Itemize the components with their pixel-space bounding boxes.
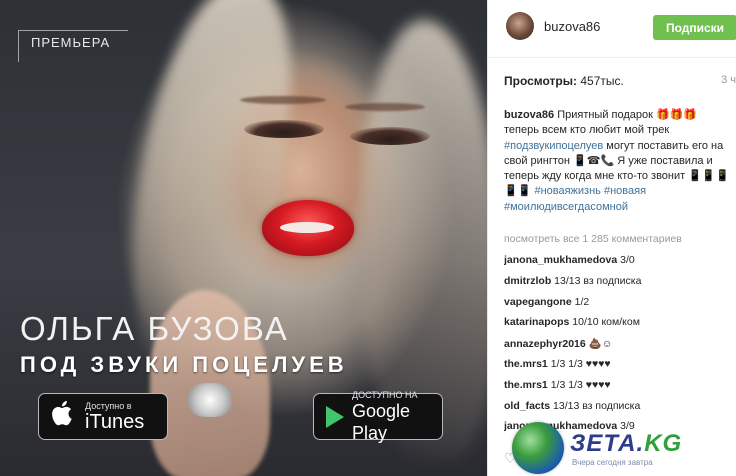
comment-item: katarinapops 10/10 ком/ком bbox=[504, 316, 734, 337]
watermark-tld: KG bbox=[644, 429, 683, 457]
view-all-comments-link[interactable]: посмотреть все 1 285 комментариев bbox=[504, 233, 682, 245]
comment-item: vapegangone 1/2 bbox=[504, 296, 734, 317]
comment-username[interactable]: old_facts bbox=[504, 400, 550, 412]
comment-item: the.mrs1 1/3 1/3 ♥♥♥♥ bbox=[504, 358, 734, 379]
comment-username[interactable]: janona_mukhamedova bbox=[504, 254, 617, 266]
eye-left bbox=[244, 120, 324, 138]
post-caption: buzova86 Приятный подарок 🎁🎁🎁 теперь все… bbox=[504, 108, 732, 215]
hashtag-link[interactable]: #новаяя bbox=[604, 185, 646, 197]
comment-username[interactable]: katarinapops bbox=[504, 316, 569, 328]
comment-item: janona_mukhamedova 3/0 bbox=[504, 254, 734, 275]
comment-username[interactable]: annazephyr2016 bbox=[504, 338, 586, 350]
song-title: ПОД ЗВУКИ ПОЦЕЛУЕВ bbox=[20, 352, 348, 377]
comment-item: annazephyr2016 💩☺ bbox=[504, 337, 734, 358]
watermark-tagline: Вчера сегодня завтра bbox=[572, 457, 653, 467]
premiere-label: ПРЕМЬЕРА bbox=[18, 30, 128, 62]
itunes-badge-small: Доступно в bbox=[85, 400, 132, 411]
apple-icon bbox=[49, 399, 79, 434]
hashtag-link[interactable]: #новаяжизнь bbox=[534, 185, 600, 197]
google-play-badge-small: ДОСТУПНО НА bbox=[352, 389, 418, 400]
post-sidebar: buzova86 Подписки Просмотры: 457тыс. 3 ч… bbox=[487, 0, 736, 476]
itunes-badge-big: iTunes bbox=[85, 410, 145, 433]
comment-username[interactable]: the.mrs1 bbox=[504, 358, 548, 370]
avatar[interactable] bbox=[506, 12, 534, 40]
google-play-badge[interactable]: ДОСТУПНО НА Google Play bbox=[313, 389, 443, 443]
comment-text: 10/10 ком/ком bbox=[569, 316, 640, 329]
eye-right bbox=[350, 127, 430, 145]
comment-item: the.mrs1 1/3 1/3 ♥♥♥♥ bbox=[504, 379, 734, 400]
watermark-brand: ЗЕТА. bbox=[570, 429, 645, 457]
ring bbox=[188, 383, 232, 417]
time-ago[interactable]: 3 ч bbox=[721, 74, 736, 86]
views-label: Просмотры: bbox=[504, 74, 578, 88]
post-header: buzova86 Подписки bbox=[488, 0, 736, 58]
google-play-badge-big: Google Play bbox=[352, 400, 411, 443]
comment-username[interactable]: the.mrs1 bbox=[504, 379, 548, 391]
comment-text: 1/3 1/3 ♥♥♥♥ bbox=[547, 378, 611, 391]
comment-text: 1/3 1/3 ♥♥♥♥ bbox=[547, 357, 611, 370]
comment-text: 1/2 bbox=[571, 295, 590, 308]
post-media[interactable]: ПРЕМЬЕРА ОЛЬГА БУЗОВА ПОД ЗВУКИ ПОЦЕЛУЕВ… bbox=[0, 0, 487, 476]
hashtag-link[interactable]: #моилюдивсегдасомной bbox=[504, 201, 628, 213]
header-username[interactable]: buzova86 bbox=[544, 19, 600, 34]
brow-left bbox=[240, 96, 326, 104]
watermark-logo: ЗЕТА. KG bbox=[570, 430, 682, 458]
hashtag-link[interactable]: #подзвукипоцелуев bbox=[504, 140, 603, 152]
caption-username[interactable]: buzova86 bbox=[504, 109, 554, 121]
comment-text: 💩☺ bbox=[585, 338, 613, 351]
google-play-icon bbox=[326, 405, 344, 428]
comment-item: old_facts 13/13 вз подписка bbox=[504, 400, 734, 421]
zeta-watermark: ЗЕТА. KG Вчера сегодня завтра bbox=[512, 420, 736, 476]
follow-button[interactable]: Подписки bbox=[653, 15, 736, 40]
comment-text: 13/13 вз подписка bbox=[550, 399, 641, 412]
teeth bbox=[280, 222, 334, 233]
comment-text: 13/13 вз подписка bbox=[551, 274, 642, 287]
comment-text: 3/0 bbox=[617, 254, 635, 266]
comment-username[interactable]: dmitrzlob bbox=[504, 275, 551, 287]
artist-name: ОЛЬГА БУЗОВА bbox=[20, 310, 289, 347]
views-value: 457тыс. bbox=[580, 74, 624, 88]
brow-right bbox=[345, 103, 425, 111]
globe-icon bbox=[512, 422, 564, 474]
itunes-badge[interactable]: Доступно в iTunes bbox=[38, 393, 168, 440]
views-count: Просмотры: 457тыс. bbox=[504, 74, 624, 88]
comment-username[interactable]: vapegangone bbox=[504, 296, 572, 308]
comment-item: dmitrzlob 13/13 вз подписка bbox=[504, 275, 734, 296]
comment-list: janona_mukhamedova 3/0 dmitrzlob 13/13 в… bbox=[504, 254, 734, 441]
